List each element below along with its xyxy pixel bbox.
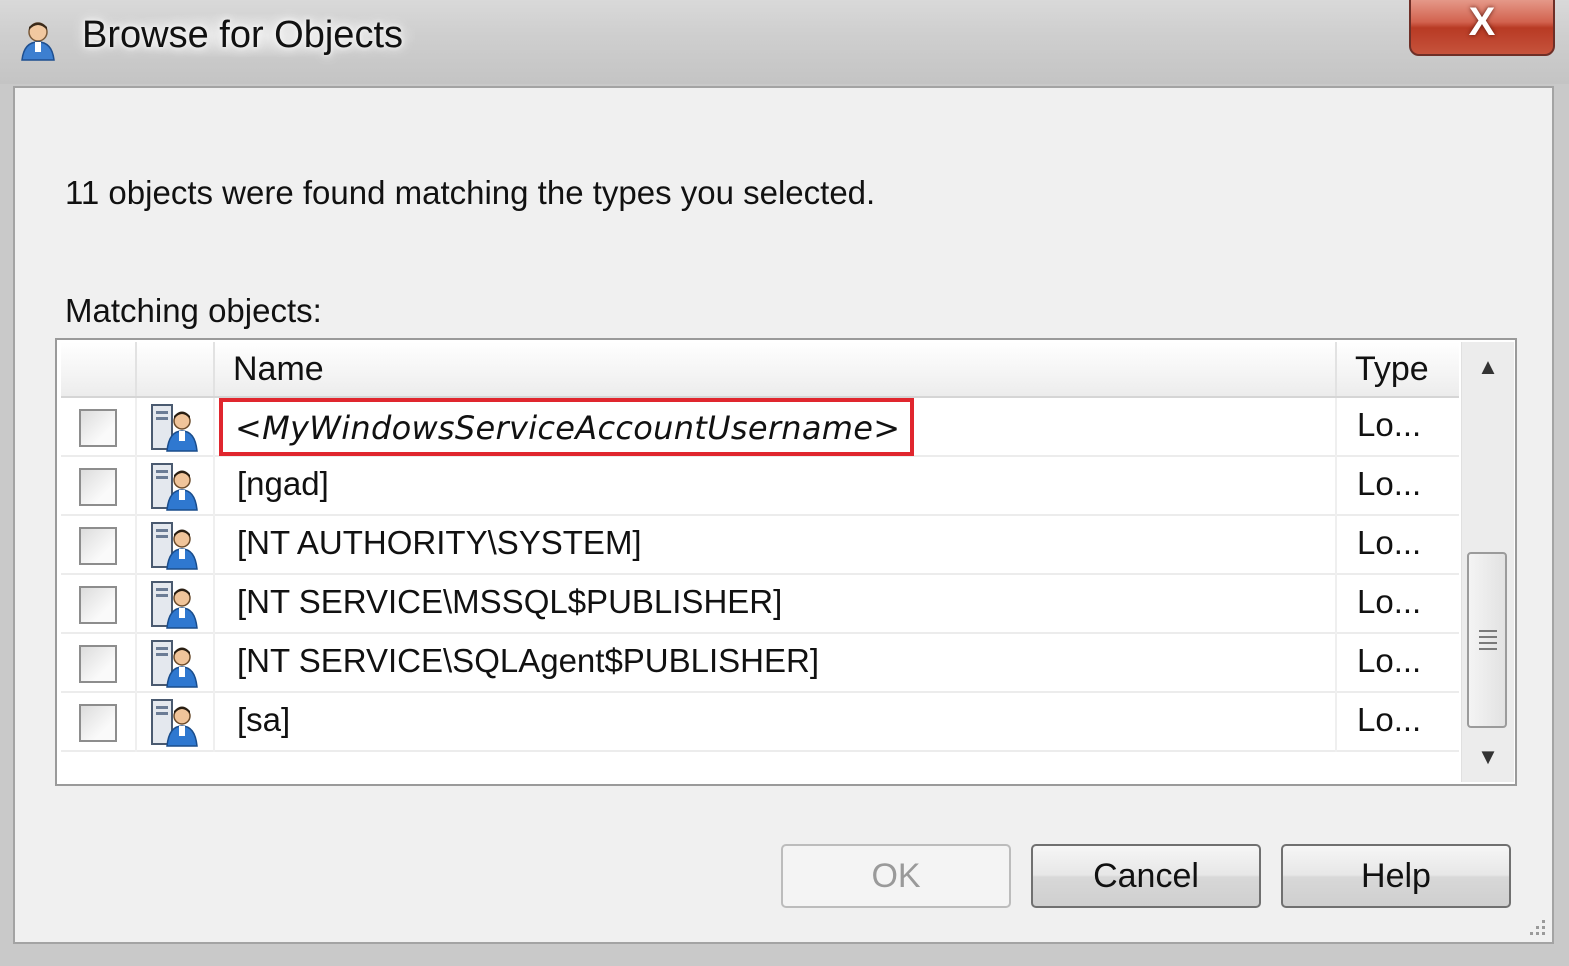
close-icon: X	[1468, 0, 1496, 44]
column-header-check[interactable]	[61, 342, 137, 396]
list-row[interactable]: [NT AUTHORITY\SYSTEM] Lo...	[61, 516, 1459, 575]
row-name: [NT SERVICE\MSSQL$PUBLISHER]	[237, 583, 783, 620]
scroll-thumb[interactable]	[1467, 552, 1507, 728]
row-checkbox[interactable]	[79, 527, 117, 565]
row-name: [NT SERVICE\SQLAgent$PUBLISHER]	[237, 642, 820, 679]
list-row[interactable]: [NT SERVICE\MSSQL$PUBLISHER] Lo...	[61, 575, 1459, 634]
title-bar: Browse for Objects X	[0, 0, 1569, 84]
login-user-icon	[151, 699, 198, 747]
close-button[interactable]: X	[1409, 0, 1555, 56]
column-header-name-label: Name	[233, 350, 324, 388]
matching-objects-list[interactable]: Name Type <MyWindowsServiceAccountUserna…	[55, 338, 1517, 786]
row-name: [sa]	[237, 701, 291, 738]
resize-grip-icon[interactable]	[1524, 914, 1548, 938]
row-checkbox[interactable]	[79, 645, 117, 683]
row-type: Lo...	[1357, 701, 1422, 738]
column-header-name[interactable]: Name	[215, 342, 1337, 396]
row-checkbox[interactable]	[79, 468, 117, 506]
list-row[interactable]: [sa] Lo...	[61, 693, 1459, 752]
login-user-icon	[151, 640, 198, 688]
login-user-icon	[151, 522, 198, 570]
chevron-up-icon[interactable]: ▲	[1462, 342, 1514, 392]
ok-button[interactable]: OK	[781, 844, 1011, 908]
help-button[interactable]: Help	[1281, 844, 1511, 908]
row-name: <MyWindowsServiceAccountUsername>	[219, 398, 915, 456]
row-name: [ngad]	[237, 465, 329, 502]
row-type: Lo...	[1357, 406, 1422, 443]
row-checkbox[interactable]	[79, 409, 117, 447]
row-type: Lo...	[1357, 465, 1422, 502]
dialog-body: 11 objects were found matching the types…	[13, 86, 1554, 944]
column-header-icon[interactable]	[137, 342, 215, 396]
row-type: Lo...	[1357, 642, 1422, 679]
grip-icon	[1479, 630, 1497, 652]
row-type: Lo...	[1357, 583, 1422, 620]
list-row[interactable]: [ngad] Lo...	[61, 457, 1459, 516]
row-checkbox[interactable]	[79, 704, 117, 742]
row-checkbox[interactable]	[79, 586, 117, 624]
list-header: Name Type	[61, 342, 1459, 398]
list-row[interactable]: <MyWindowsServiceAccountUsername> Lo...	[61, 398, 1459, 457]
cancel-button[interactable]: Cancel	[1031, 844, 1261, 908]
window-title: Browse for Objects	[82, 14, 415, 57]
login-user-icon	[151, 581, 198, 629]
list-row[interactable]: [NT SERVICE\SQLAgent$PUBLISHER] Lo...	[61, 634, 1459, 693]
vertical-scrollbar[interactable]: ▲ ▼	[1461, 342, 1514, 782]
chevron-down-icon[interactable]: ▼	[1462, 732, 1514, 782]
column-header-type-label: Type	[1355, 350, 1429, 388]
list-rows: <MyWindowsServiceAccountUsername> Lo... …	[61, 398, 1459, 752]
column-header-type[interactable]: Type	[1337, 342, 1459, 396]
login-user-icon	[151, 463, 198, 511]
login-user-icon	[151, 404, 198, 452]
results-summary: 11 objects were found matching the types…	[65, 174, 876, 211]
row-name: [NT AUTHORITY\SYSTEM]	[237, 524, 642, 561]
user-icon	[21, 22, 55, 61]
matching-objects-label: Matching objects:	[65, 292, 322, 329]
row-type: Lo...	[1357, 524, 1422, 561]
